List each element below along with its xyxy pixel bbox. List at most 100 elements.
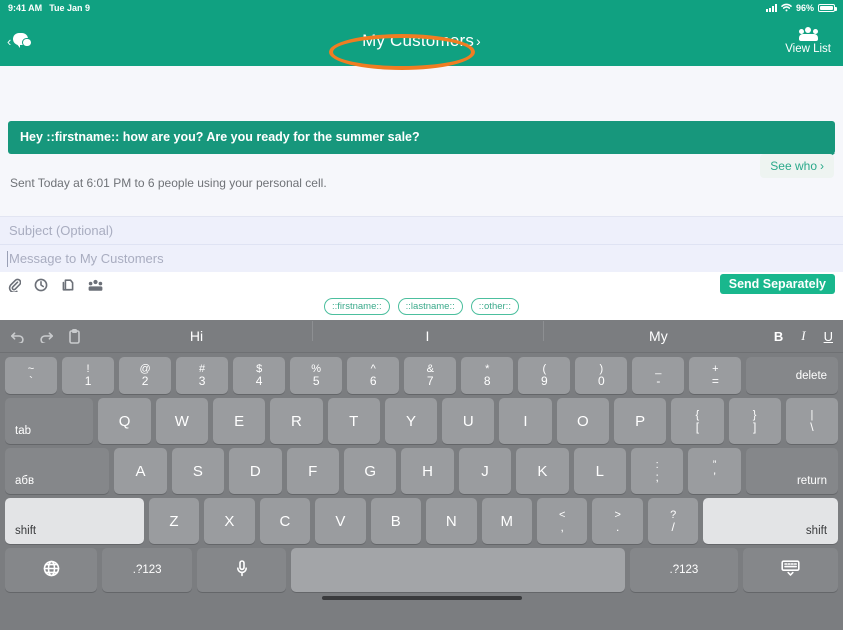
- back-button[interactable]: ‹: [0, 33, 33, 49]
- key-g[interactable]: G: [343, 448, 397, 494]
- key-y[interactable]: Y: [384, 398, 438, 444]
- key-backslash[interactable]: | \: [785, 398, 839, 444]
- key-x[interactable]: X: [204, 498, 255, 544]
- key-6[interactable]: ^ 6: [347, 357, 400, 394]
- key-shift-right[interactable]: shift: [703, 498, 839, 544]
- key-u[interactable]: U: [442, 398, 495, 444]
- key-5[interactable]: % 5: [290, 357, 343, 394]
- page-title-button[interactable]: My Customers ›: [362, 31, 481, 51]
- recipients-group-icon[interactable]: [88, 279, 103, 292]
- key-language-caps[interactable]: абв: [5, 448, 110, 494]
- send-separately-button[interactable]: Send Separately: [719, 274, 835, 294]
- key-bracket-right[interactable]: } ]: [728, 398, 781, 444]
- key-i[interactable]: I: [499, 398, 552, 444]
- page-title: My Customers: [362, 31, 475, 50]
- key-z[interactable]: Z: [148, 498, 200, 544]
- undo-arrow-icon[interactable]: [10, 330, 25, 343]
- key-1[interactable]: ! 1: [62, 357, 115, 394]
- bold-button[interactable]: B: [774, 329, 783, 344]
- key-w[interactable]: W: [155, 398, 208, 444]
- templates-icon[interactable]: [61, 278, 75, 292]
- message-input[interactable]: Message to My Customers: [0, 244, 843, 272]
- key-c[interactable]: C: [259, 498, 311, 544]
- key-comma[interactable]: < ,: [536, 498, 588, 544]
- keyboard-row-numbers: ~ ` ! 1 @ 2 # 3 $ 4 % 5 ^ 6 & 7 * 8 (9 …: [0, 353, 843, 394]
- key-v[interactable]: V: [315, 498, 366, 544]
- key-return[interactable]: return: [745, 448, 839, 494]
- key-k[interactable]: K: [516, 448, 569, 494]
- key-equals[interactable]: + =: [689, 357, 742, 394]
- key-tab[interactable]: tab: [5, 398, 94, 444]
- key-8[interactable]: * 8: [461, 357, 514, 394]
- key-f[interactable]: F: [286, 448, 339, 494]
- key-3[interactable]: # 3: [176, 357, 229, 394]
- view-list-button[interactable]: View List: [785, 27, 843, 55]
- key-7[interactable]: & 7: [404, 357, 457, 394]
- key-e[interactable]: E: [212, 398, 266, 444]
- see-who-button[interactable]: See who ›: [760, 154, 834, 178]
- key-0[interactable]: ) 0: [575, 357, 628, 394]
- key-n[interactable]: N: [426, 498, 477, 544]
- key-space[interactable]: [291, 548, 626, 592]
- subject-input[interactable]: Subject (Optional): [0, 216, 843, 244]
- suggestion-3[interactable]: My: [542, 321, 774, 344]
- italic-button[interactable]: I: [801, 328, 805, 344]
- merge-tag-firstname[interactable]: ::firstname::: [324, 298, 390, 315]
- key-a[interactable]: A: [114, 448, 167, 494]
- wifi-icon: [781, 3, 792, 14]
- suggestion-2[interactable]: I: [311, 321, 543, 344]
- key-j[interactable]: J: [458, 448, 512, 494]
- status-bar-right: 96%: [765, 3, 837, 14]
- predictive-bar: Hi I My B I U: [0, 320, 843, 353]
- key-label-top: {: [695, 408, 700, 421]
- key-label-bottom: 8: [483, 374, 491, 388]
- keyboard-row-bottom-letters: shift Z X C V B N M < , > . ? / shift: [0, 494, 843, 544]
- key-t[interactable]: T: [327, 398, 380, 444]
- schedule-clock-icon[interactable]: [34, 278, 48, 292]
- redo-arrow-icon[interactable]: [39, 330, 54, 343]
- key-label-bottom: 5: [312, 374, 320, 388]
- key-period[interactable]: > .: [592, 498, 643, 544]
- sent-message-bubble[interactable]: Hey ::firstname:: how are you? Are you r…: [8, 121, 835, 161]
- key-bracket-left[interactable]: { [: [671, 398, 724, 444]
- key-s[interactable]: S: [171, 448, 225, 494]
- key-label-bottom: /: [671, 519, 675, 534]
- merge-tag-other[interactable]: ::other::: [470, 298, 519, 315]
- suggestion-1[interactable]: Hi: [81, 328, 312, 344]
- key-delete[interactable]: delete: [746, 357, 839, 394]
- key-9[interactable]: ( 9: [518, 357, 571, 394]
- key-m[interactable]: M: [481, 498, 532, 544]
- attachment-paperclip-icon[interactable]: [8, 278, 21, 292]
- key-h[interactable]: H: [401, 448, 454, 494]
- key-shift-left[interactable]: shift: [5, 498, 144, 544]
- key-p[interactable]: P: [613, 398, 667, 444]
- key-tilde[interactable]: ~ `: [5, 357, 58, 394]
- key-hide-keyboard[interactable]: [742, 548, 838, 592]
- key-slash[interactable]: ? /: [647, 498, 699, 544]
- key-label-top: ?: [670, 508, 677, 521]
- key-microphone[interactable]: [196, 548, 287, 592]
- key-4[interactable]: $ 4: [233, 357, 286, 394]
- key-quote[interactable]: ” ’: [688, 448, 741, 494]
- key-d[interactable]: D: [229, 448, 282, 494]
- key-numeric-right[interactable]: .?123: [630, 548, 738, 592]
- suggestion-list: Hi I My: [81, 321, 774, 344]
- underline-button[interactable]: U: [824, 329, 833, 344]
- key-semicolon[interactable]: : ;: [630, 448, 684, 494]
- paste-clipboard-icon[interactable]: [68, 328, 81, 344]
- key-globe[interactable]: [5, 548, 98, 592]
- key-label-bottom: ;: [655, 469, 659, 484]
- key-label-bottom: -: [656, 374, 661, 388]
- keyboard-row-qwerty: tab Q W E R T Y U I O P { [ } ] | \: [0, 394, 843, 444]
- key-b[interactable]: B: [370, 498, 422, 544]
- key-minus[interactable]: _ -: [632, 357, 685, 394]
- key-label-top: }: [752, 408, 757, 421]
- key-l[interactable]: L: [573, 448, 626, 494]
- merge-tag-lastname[interactable]: ::lastname::: [397, 298, 463, 315]
- key-2[interactable]: @ 2: [119, 357, 172, 394]
- key-o[interactable]: O: [556, 398, 609, 444]
- key-numeric-left[interactable]: .?123: [102, 548, 192, 592]
- globe-language-icon: [43, 560, 60, 581]
- key-q[interactable]: Q: [98, 398, 151, 444]
- key-r[interactable]: R: [270, 398, 323, 444]
